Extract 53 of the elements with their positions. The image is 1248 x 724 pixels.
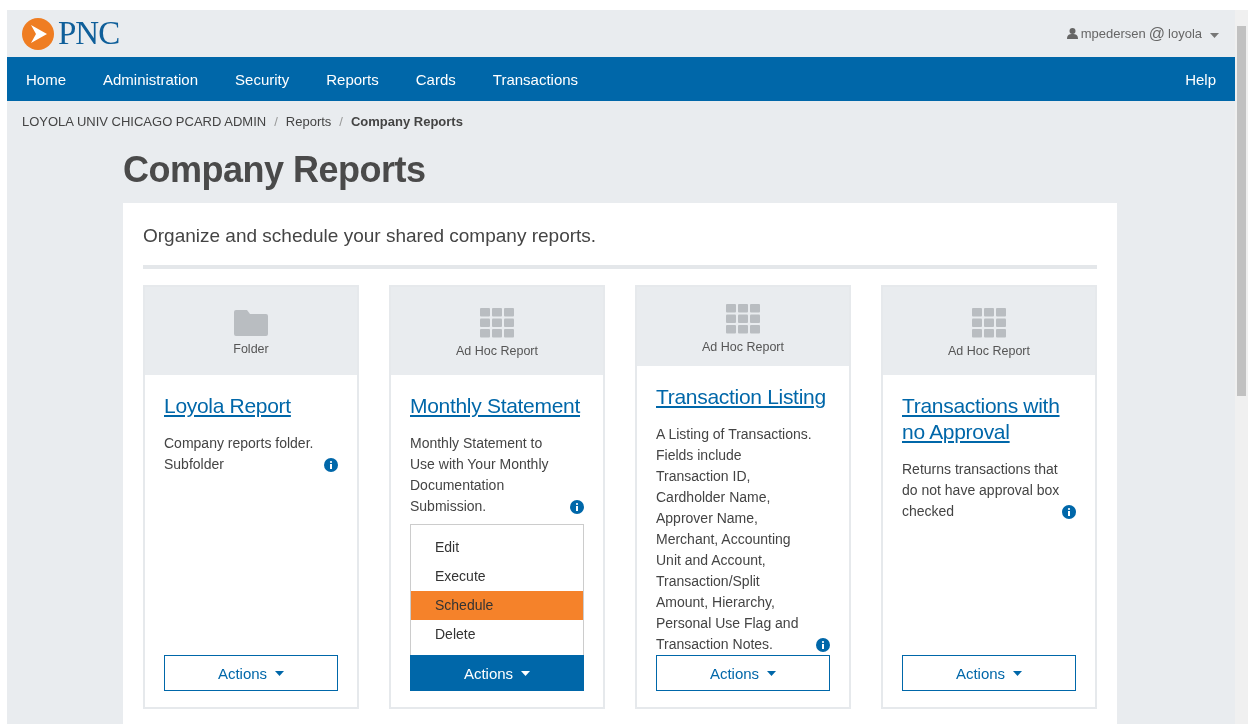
description-text: Returns transactions that do not have approval box checked xyxy=(902,460,1060,521)
nav-link[interactable]: Home xyxy=(26,70,66,88)
breadcrumb-link[interactable]: Company Reports xyxy=(350,114,463,129)
description-text: Monthly Statement to Use with Your Monthly Documentation Submission. xyxy=(410,434,550,516)
breadcrumb-link[interactable]: LOYOLA UNIV CHICAGO PCARD ADMIN xyxy=(22,114,267,129)
type-label: Folder xyxy=(233,342,269,356)
intro-text: Organize and schedule your shared company reports. xyxy=(143,225,1097,269)
grid-icon xyxy=(726,303,760,334)
breadcrumb-separator: / xyxy=(339,114,343,129)
page-title: Company Reports xyxy=(123,149,427,191)
grid-icon xyxy=(972,308,1006,338)
menu-item[interactable]: Delete xyxy=(411,620,583,649)
report-title-link[interactable]: Transactions with no Approval xyxy=(902,393,1076,445)
caret-icon xyxy=(275,670,285,676)
actions-button[interactable]: Actions xyxy=(902,655,1076,691)
actions-button[interactable]: Actions xyxy=(656,655,830,691)
caret-icon xyxy=(1210,33,1219,38)
actions-button[interactable]: Actions xyxy=(164,655,338,691)
scrollbar-thumb[interactable] xyxy=(1237,26,1246,396)
caret-icon xyxy=(767,670,777,676)
description-text: A Listing of Transactions. Fields include Transaction ID, Cardholder Name, Approver Name, Merchant, Accounting Unit and Account, Transaction/Split Amount, Hierarchy, Personal Use Flag and Transaction Notes. xyxy=(656,425,813,654)
caret-icon xyxy=(1013,670,1023,676)
info-icon[interactable] xyxy=(816,638,830,652)
menu-item[interactable]: Schedule xyxy=(411,591,583,620)
nav-link[interactable]: Cards xyxy=(415,70,456,88)
actions-button[interactable]: Actions xyxy=(410,655,584,691)
nav-link[interactable]: Security xyxy=(235,70,290,88)
caret-icon xyxy=(521,670,531,676)
user-menu[interactable]: mpedersen @ loyola xyxy=(1066,24,1219,43)
report-title-link[interactable]: Loyola Report xyxy=(164,393,291,419)
nav-link[interactable]: Reports xyxy=(326,70,379,88)
logo-icon xyxy=(21,16,55,51)
report-title-link[interactable]: Monthly Statement xyxy=(410,393,580,419)
help-link[interactable]: Help xyxy=(1185,70,1216,88)
folder-icon xyxy=(234,310,268,336)
breadcrumb-link[interactable]: Reports xyxy=(285,114,332,129)
type-label: Ad Hoc Report xyxy=(456,344,538,358)
menu-item[interactable]: Edit xyxy=(411,533,583,562)
report-title-link[interactable]: Transaction Listing xyxy=(656,384,826,410)
nav-link[interactable]: Administration xyxy=(103,70,199,88)
user-icon xyxy=(1066,28,1078,39)
nav-link[interactable]: Transactions xyxy=(492,70,579,88)
breadcrumb-separator: / xyxy=(274,114,278,129)
logo-text: PNC xyxy=(58,15,120,52)
info-icon[interactable] xyxy=(1062,505,1076,519)
info-icon[interactable] xyxy=(570,500,584,514)
menu-item[interactable]: Execute xyxy=(411,562,583,591)
info-icon[interactable] xyxy=(324,458,338,472)
scrollbar[interactable] xyxy=(1235,10,1248,724)
type-label: Ad Hoc Report xyxy=(702,339,784,354)
type-label: Ad Hoc Report xyxy=(948,344,1030,358)
grid-icon xyxy=(480,308,514,338)
description-text: Company reports folder. Subfolder xyxy=(164,434,315,474)
